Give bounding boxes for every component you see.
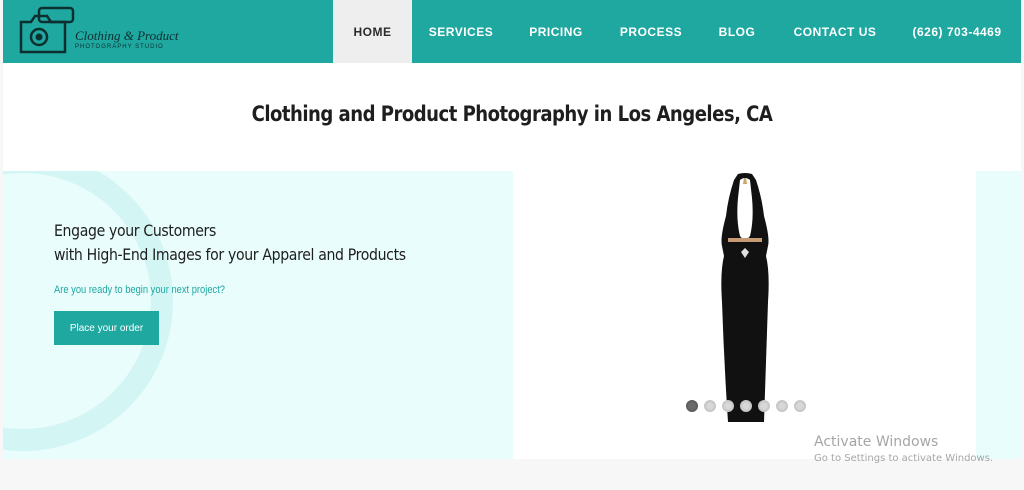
site-logo[interactable]: Clothing & Product Photography studio [17, 6, 197, 56]
nav-process[interactable]: PROCESS [607, 0, 695, 63]
activate-windows-subtitle: Go to Settings to activate Windows. [814, 453, 994, 464]
site-header: Clothing & Product Photography studio HO… [3, 0, 1021, 63]
slider-dot[interactable] [722, 400, 734, 412]
dress-product-image [721, 173, 769, 422]
nav-home[interactable]: HOME [333, 0, 412, 63]
slider-dot[interactable] [794, 400, 806, 412]
logo-subtitle: Photography studio [75, 44, 164, 50]
slider-dot[interactable] [758, 400, 770, 412]
place-order-button[interactable]: Place your order [54, 311, 159, 345]
slider-dot[interactable] [776, 400, 788, 412]
nav-blog[interactable]: BLOG [703, 0, 771, 63]
nav-services[interactable]: SERVICES [417, 0, 505, 63]
hero-headline-line1: Engage your Customers [54, 221, 216, 240]
activate-windows-title: Activate Windows [814, 434, 939, 450]
hero-panel-right-edge [976, 171, 1021, 459]
nav-phone-link[interactable]: (626) 703-4469 [899, 0, 1015, 63]
camera-icon [19, 6, 75, 54]
slider-dot[interactable] [740, 400, 752, 412]
nav-contact-us[interactable]: CONTACT US [779, 0, 891, 63]
nav-pricing[interactable]: PRICING [513, 0, 599, 63]
hero-headline: Engage your Customers with High-End Imag… [54, 219, 406, 267]
hero-prompt: Are you ready to begin your next project… [54, 284, 226, 296]
logo-title: Clothing & Product [75, 28, 179, 43]
slider-dot[interactable] [686, 400, 698, 412]
slider-pagination [686, 400, 806, 412]
page-title: Clothing and Product Photography in Los … [251, 102, 773, 126]
hero-headline-line2: with High-End Images for your Apparel an… [54, 245, 406, 264]
slider-dot[interactable] [704, 400, 716, 412]
